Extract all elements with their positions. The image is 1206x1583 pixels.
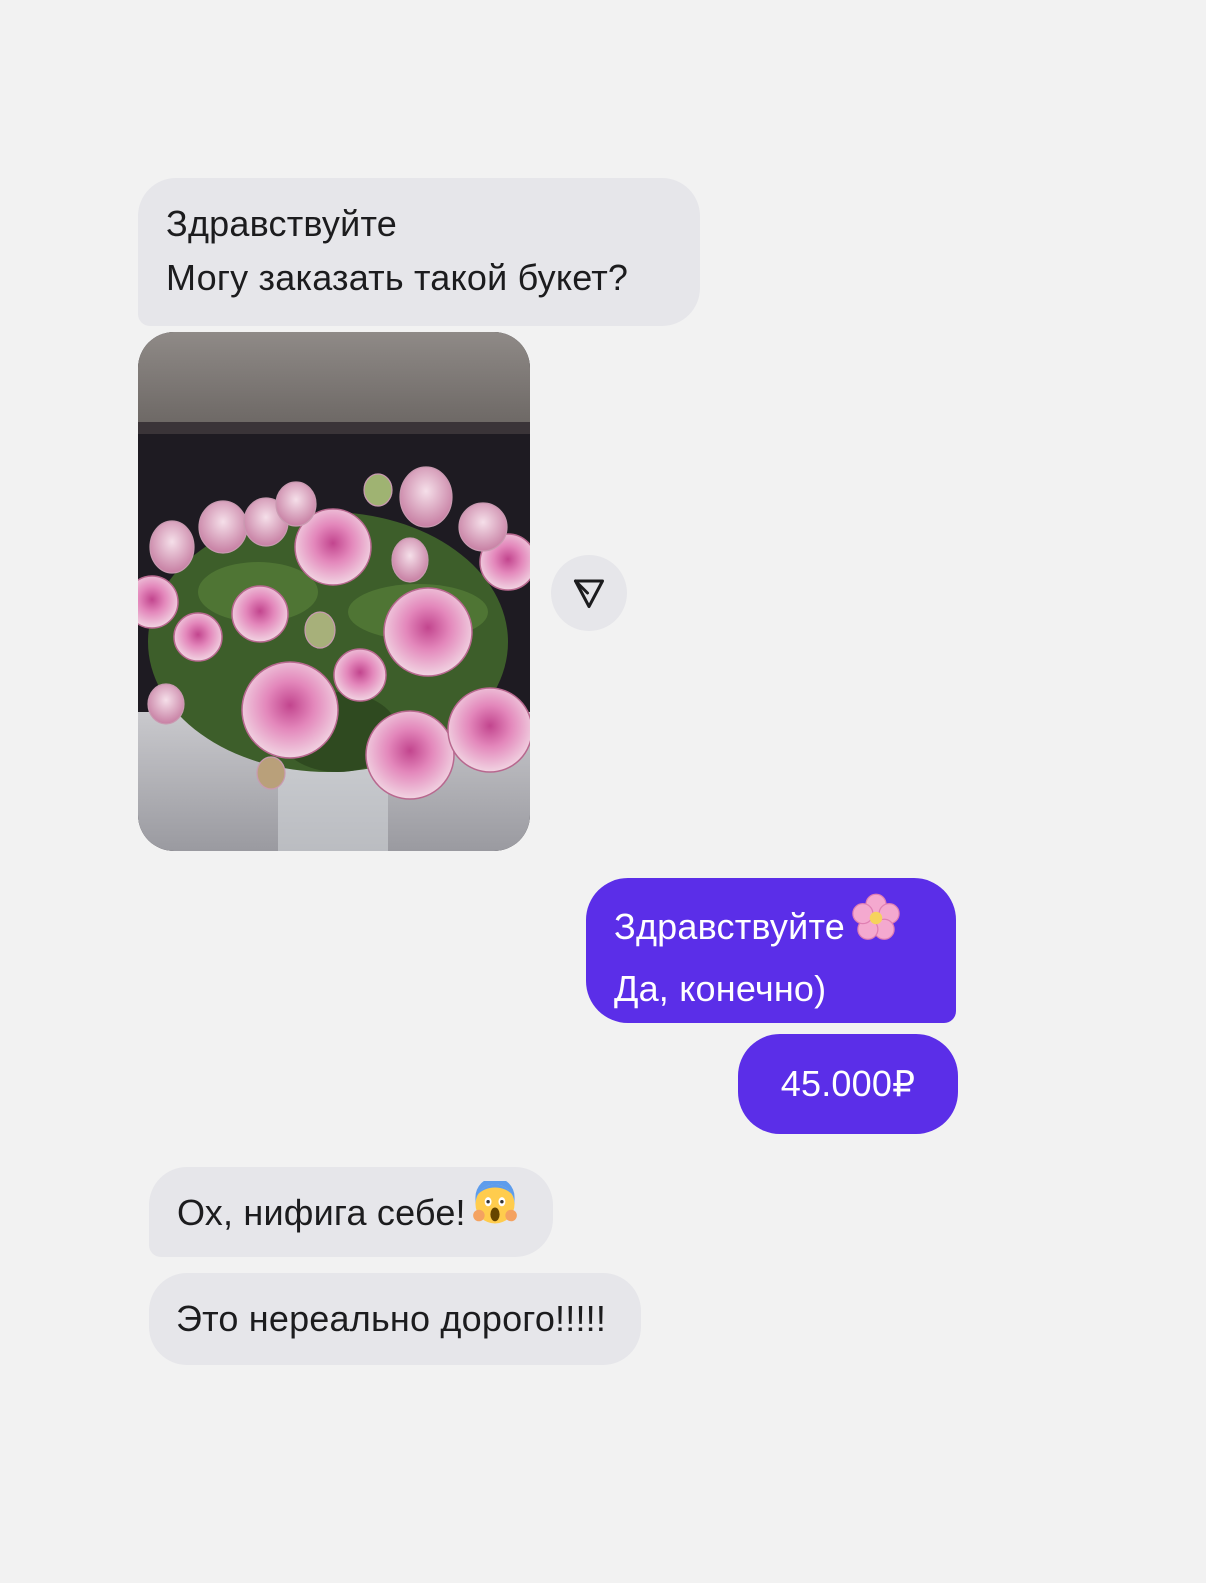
message-line: Да, конечно) — [614, 968, 827, 1009]
forward-icon — [574, 579, 604, 608]
screaming-face-emoji — [472, 1177, 518, 1242]
bouquet-photo[interactable] — [138, 332, 530, 851]
message-line: Здравствуйте — [166, 203, 397, 244]
message-line: 45.000₽ — [780, 1063, 916, 1104]
forward-button[interactable] — [551, 555, 627, 631]
incoming-message[interactable]: Здравствуйте Могу заказать такой букет? — [138, 178, 700, 326]
message-line: Могу заказать такой букет? — [166, 257, 629, 298]
incoming-message[interactable]: Это нереально дорого!!!!! — [149, 1273, 641, 1365]
outgoing-message[interactable]: Здравствуйте Да, конечно) — [586, 878, 956, 1023]
outgoing-message-price[interactable]: 45.000₽ — [738, 1034, 958, 1134]
chat-thread: Здравствуйте Могу заказать такой букет? — [0, 0, 1206, 1583]
message-line: Ох, нифига себе! — [177, 1177, 525, 1246]
cherry-blossom-emoji — [851, 893, 901, 958]
incoming-message[interactable]: Ох, нифига себе! — [149, 1167, 553, 1257]
message-line: Здравствуйте — [614, 893, 928, 962]
message-line: Это нереально дорого!!!!! — [176, 1298, 607, 1339]
